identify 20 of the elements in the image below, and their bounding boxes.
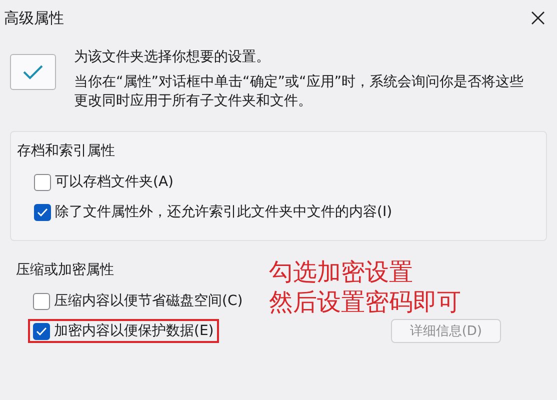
checkbox[interactable] <box>33 292 50 310</box>
checkbox[interactable] <box>34 174 51 190</box>
checkmark-icon <box>36 326 47 336</box>
section-title: 压缩或加密属性 <box>16 261 115 279</box>
highlighted-checkbox-option[interactable]: 加密内容以便保护数据(E) <box>30 321 217 341</box>
close-icon[interactable] <box>531 11 545 25</box>
checkbox[interactable] <box>34 204 51 220</box>
section-title: 存档和索引属性 <box>17 142 116 160</box>
checkbox-option[interactable]: 除了文件属性外，还允许索引此文件夹中文件的内容(I) <box>31 202 396 222</box>
checkmark-icon <box>22 64 44 80</box>
checkbox-option[interactable]: 压缩内容以便节省磁盘空间(C) <box>30 291 246 311</box>
annotation-text: 然后设置密码即可 <box>269 287 461 317</box>
annotation-text: 勾选加密设置 <box>269 257 414 287</box>
checkbox[interactable] <box>33 322 50 340</box>
checkmark-icon <box>37 208 48 216</box>
description-text: 为该文件夹选择你想要的设置。 <box>74 48 271 67</box>
window-title: 高级属性 <box>4 8 64 28</box>
large-checkbox[interactable] <box>10 54 56 90</box>
checkbox-option[interactable]: 可以存档文件夹(A) <box>31 172 177 192</box>
description-text: 当你在“属性”对话框中单击“确定”或“应用”时，系统会询问你是否将这些更改同时应用于所有子文件夹和文件。 <box>74 73 525 111</box>
